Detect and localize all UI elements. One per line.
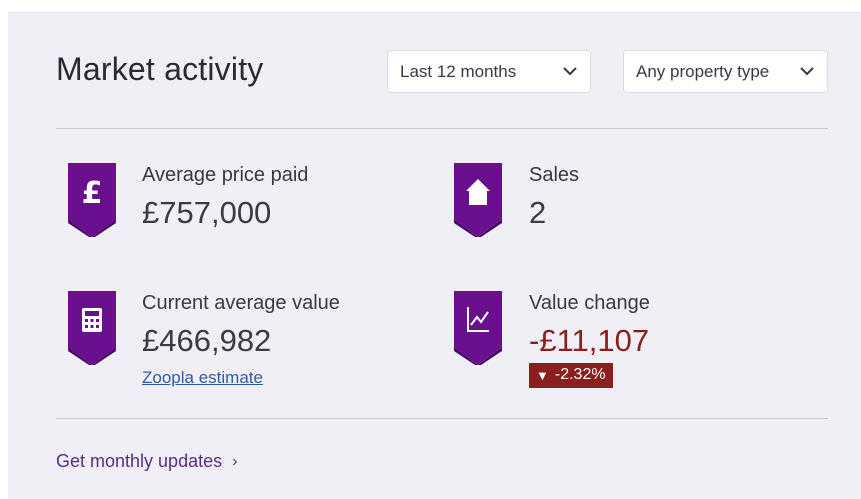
get-monthly-updates-link[interactable]: Get monthly updates › xyxy=(56,451,237,472)
market-activity-panel: Market activity Last 12 months Any prope… xyxy=(8,12,861,499)
get-monthly-updates-label: Get monthly updates xyxy=(56,451,223,471)
average-price-label: Average price paid xyxy=(142,164,309,186)
divider xyxy=(56,418,828,419)
value-change-badge: ▼ -2.32% xyxy=(529,363,613,388)
chevron-down-icon xyxy=(562,64,578,80)
sales-value: 2 xyxy=(529,195,547,230)
average-price-value: £757,000 xyxy=(142,195,272,230)
sales-label: Sales xyxy=(529,164,580,186)
period-select[interactable]: Last 12 months xyxy=(387,50,591,93)
calculator-icon xyxy=(68,291,116,365)
property-type-select[interactable]: Any property type xyxy=(623,50,828,93)
current-value-label: Current average value xyxy=(142,292,340,314)
pound-icon: £ xyxy=(68,163,116,237)
property-type-select-value: Any property type xyxy=(636,61,770,81)
line-chart-icon xyxy=(454,291,502,365)
chevron-right-icon: › xyxy=(232,452,238,470)
house-icon xyxy=(454,163,502,237)
down-triangle-icon: ▼ xyxy=(536,367,549,383)
page-title: Market activity xyxy=(56,51,264,87)
zoopla-estimate-link[interactable]: Zoopla estimate xyxy=(142,368,263,388)
value-change-percent: -2.32% xyxy=(554,366,606,383)
chevron-down-icon xyxy=(799,64,815,80)
period-select-value: Last 12 months xyxy=(400,61,517,81)
current-value-value: £466,982 xyxy=(142,323,272,358)
svg-text:£: £ xyxy=(82,176,103,211)
value-change-value: -£11,107 xyxy=(529,323,650,358)
value-change-label: Value change xyxy=(529,292,650,314)
divider xyxy=(56,128,828,129)
